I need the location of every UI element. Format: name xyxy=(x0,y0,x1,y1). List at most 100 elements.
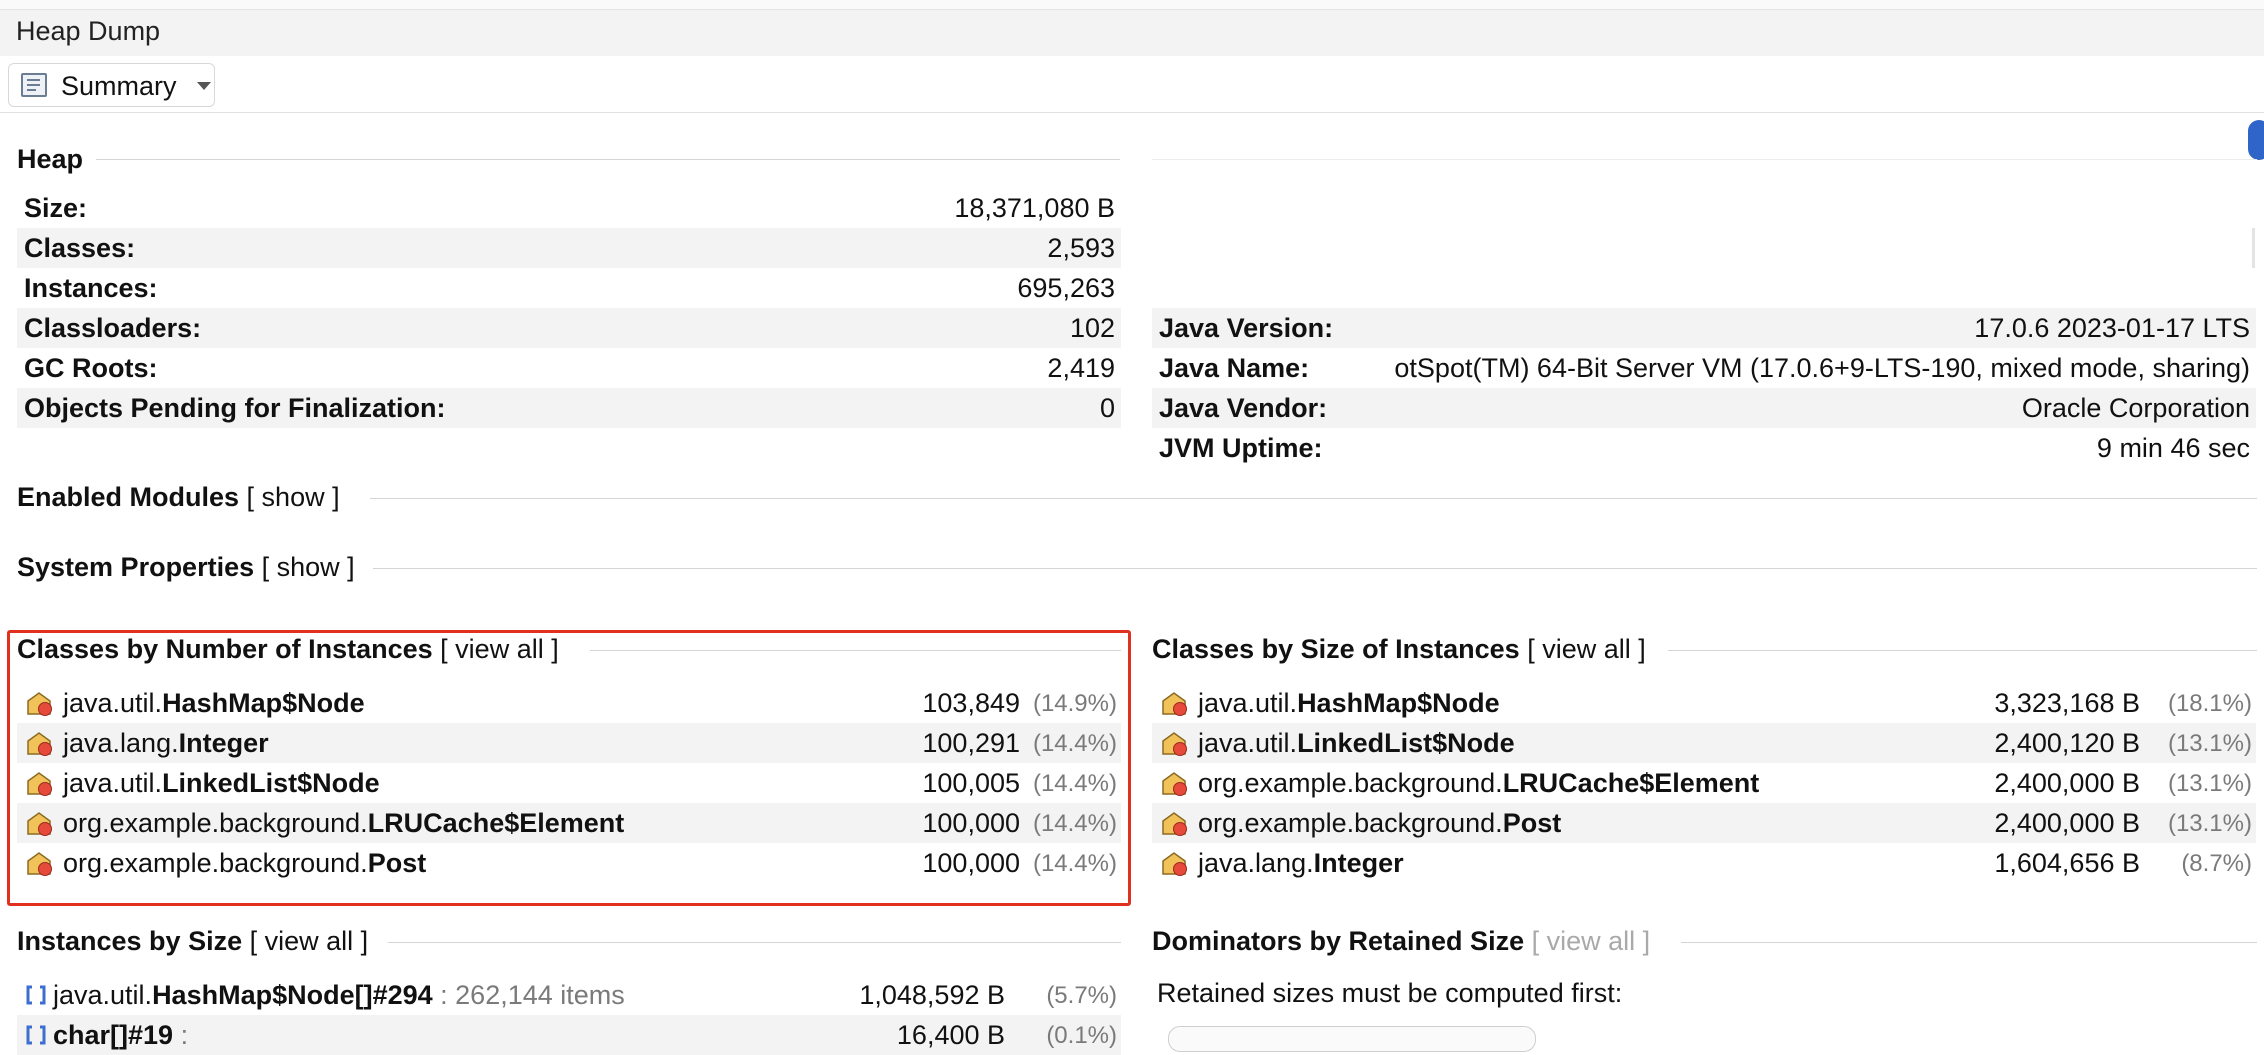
size-percent: (8.7%) xyxy=(2181,850,2252,877)
compute-retained-sizes-button[interactable] xyxy=(1168,1026,1536,1052)
heap-label: Size: xyxy=(24,193,88,223)
env-row-java-name: Java Name: otSpot(TM) 64-Bit Server VM (1… xyxy=(1152,348,2256,388)
by-size-section-title: Classes by Size of Instances [ view all … xyxy=(1152,634,1646,664)
instances-view-all-link[interactable]: [ view all ] xyxy=(250,926,369,956)
instance-size: 1,048,592 B xyxy=(859,980,1005,1010)
instance-size: 2,400,000 B xyxy=(1994,808,2140,838)
heap-value: 18,371,080 B xyxy=(954,193,1115,223)
heap-row-size: Size: 18,371,080 B xyxy=(17,188,1121,228)
heap-row-gc-roots: GC Roots: 2,419 xyxy=(17,348,1121,388)
class-icon xyxy=(1162,812,1187,836)
section-divider xyxy=(1668,650,2257,651)
size-percent: (13.1%) xyxy=(2167,770,2252,797)
table-row[interactable]: java.lang.Integer 100,291 (14.4%) xyxy=(17,723,1121,763)
window-top-edge xyxy=(0,0,2264,10)
section-divider xyxy=(96,159,1120,160)
env-value: 9 min 46 sec xyxy=(2096,433,2250,463)
heap-label: GC Roots: xyxy=(24,353,158,383)
heap-value: 0 xyxy=(1099,393,1115,423)
env-row-jvm-uptime: JVM Uptime: 9 min 46 sec xyxy=(1152,428,2256,468)
class-icon xyxy=(1162,852,1187,876)
table-row[interactable]: java.lang.Integer 1,604,656 B (8.7%) xyxy=(1152,843,2256,883)
heap-row-classloaders: Classloaders: 102 xyxy=(17,308,1121,348)
by-count-section-title: Classes by Number of Instances [ view al… xyxy=(17,634,559,664)
instance-count: 100,000 xyxy=(922,848,1020,878)
dominators-section-title: Dominators by Retained Size [ view all ] xyxy=(1152,926,1651,956)
by-size-view-all-link[interactable]: [ view all ] xyxy=(1527,634,1646,664)
env-row-java-version: Java Version: 17.0.6 2023-01-17 LTS xyxy=(1152,308,2256,348)
section-divider xyxy=(370,498,2257,499)
section-divider xyxy=(373,568,2257,569)
table-row[interactable]: char[]#19 : 16,400 B (0.1%) xyxy=(17,1015,1121,1055)
table-row[interactable]: java.util.HashMap$Node 3,323,168 B (18.1… xyxy=(1152,683,2256,723)
class-name: org.example.background.Post xyxy=(1198,808,1562,838)
section-divider xyxy=(1681,942,2257,943)
env-value: otSpot(TM) 64-Bit Server VM (17.0.6+9-LT… xyxy=(1394,353,2250,383)
instance-count: 103,849 xyxy=(922,688,1020,718)
array-icon xyxy=(26,1025,46,1045)
modules-section-title: Enabled Modules [ show ] xyxy=(17,482,340,512)
view-selector-dropdown[interactable]: Summary xyxy=(8,63,215,107)
scroll-indicator[interactable] xyxy=(2252,228,2255,268)
section-divider xyxy=(388,942,1121,943)
env-label: Java Vendor: xyxy=(1159,393,1328,423)
heap-value: 2,419 xyxy=(1047,353,1115,383)
array-icon xyxy=(26,985,46,1005)
class-name: java.lang.Integer xyxy=(63,728,269,758)
table-row[interactable]: org.example.background.Post 100,000 (14.… xyxy=(17,843,1121,883)
table-row[interactable]: java.util.LinkedList$Node 100,005 (14.4%… xyxy=(17,763,1121,803)
table-row[interactable]: org.example.background.Post 2,400,000 B … xyxy=(1152,803,2256,843)
env-label: Java Name: xyxy=(1159,353,1310,383)
section-divider xyxy=(1152,159,2257,160)
table-row[interactable]: java.util.LinkedList$Node 2,400,120 B (1… xyxy=(1152,723,2256,763)
instance-count: 100,005 xyxy=(922,768,1020,798)
class-name: java.util.LinkedList$Node xyxy=(63,768,380,798)
heap-row-instances: Instances: 695,263 xyxy=(17,268,1121,308)
class-name: java.util.HashMap$Node xyxy=(1198,688,1500,718)
class-name: org.example.background.LRUCache$Element xyxy=(63,808,625,838)
table-row[interactable]: java.util.HashMap$Node[]#294 : 262,144 i… xyxy=(17,975,1121,1015)
class-icon xyxy=(1162,772,1187,796)
class-name: java.util.HashMap$Node xyxy=(63,688,365,718)
class-icon xyxy=(27,692,52,716)
instance-size: 2,400,000 B xyxy=(1994,768,2140,798)
class-icon xyxy=(27,852,52,876)
heap-label: Classes: xyxy=(24,233,136,263)
title-bar: Heap Dump xyxy=(0,10,2264,56)
chevron-down-icon xyxy=(197,82,211,90)
env-label: JVM Uptime: xyxy=(1159,433,1323,463)
table-row[interactable]: java.util.HashMap$Node 103,849 (14.9%) xyxy=(17,683,1121,723)
document-icon xyxy=(21,73,47,97)
class-icon xyxy=(27,772,52,796)
heap-section-title: Heap xyxy=(17,144,84,174)
heap-value: 102 xyxy=(1069,313,1115,343)
table-row[interactable]: org.example.background.LRUCache$Element … xyxy=(17,803,1121,843)
window-title: Heap Dump xyxy=(16,16,161,46)
heap-value: 695,263 xyxy=(1017,273,1115,303)
env-value: Oracle Corporation xyxy=(2021,393,2250,423)
instance-percent: (14.4%) xyxy=(1032,850,1117,877)
help-icon[interactable] xyxy=(2248,120,2264,160)
heap-row-pending-finalization: Objects Pending for Finalization: 0 xyxy=(17,388,1121,428)
section-divider xyxy=(590,650,1121,651)
dominators-view-all-link: [ view all ] xyxy=(1531,926,1651,956)
properties-section-title: System Properties [ show ] xyxy=(17,552,355,582)
table-row[interactable]: org.example.background.LRUCache$Element … xyxy=(1152,763,2256,803)
heap-label: Objects Pending for Finalization: xyxy=(24,393,446,423)
class-name: org.example.background.Post xyxy=(63,848,427,878)
properties-show-link[interactable]: [ show ] xyxy=(262,552,355,582)
instance-size: 3,323,168 B xyxy=(1994,688,2140,718)
heap-value: 2,593 xyxy=(1047,233,1115,263)
heap-label: Classloaders: xyxy=(24,313,202,343)
modules-show-link[interactable]: [ show ] xyxy=(247,482,340,512)
size-percent: (13.1%) xyxy=(2167,810,2252,837)
heap-row-classes: Classes: 2,593 xyxy=(17,228,1121,268)
class-name: java.util.LinkedList$Node xyxy=(1198,728,1515,758)
class-icon xyxy=(1162,732,1187,756)
by-count-view-all-link[interactable]: [ view all ] xyxy=(440,634,559,664)
env-label: Java Version: xyxy=(1159,313,1334,343)
instance-percent: (14.4%) xyxy=(1032,770,1117,797)
size-percent: (5.7%) xyxy=(1046,982,1117,1009)
size-percent: (18.1%) xyxy=(2167,690,2252,717)
class-icon xyxy=(1162,692,1187,716)
